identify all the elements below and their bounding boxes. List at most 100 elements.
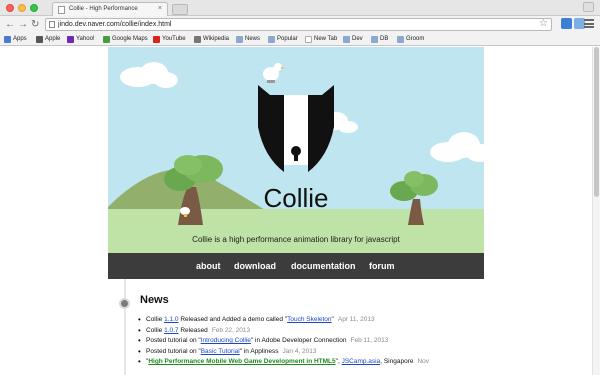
bookmark-apple[interactable]: Apple	[36, 35, 60, 45]
news-text: "	[331, 316, 334, 323]
bookmarks-bar: Apps Apple Yahoo! Google Maps YouTube Wi…	[0, 33, 600, 46]
bookmark-db[interactable]: DB	[371, 35, 388, 45]
news-link[interactable]: JSCamp.asia	[342, 358, 381, 365]
folder-icon	[268, 36, 275, 43]
news-link[interactable]: High Performance Mobile Web Game Develop…	[148, 358, 335, 365]
bookmark-label: Apps	[13, 36, 27, 42]
news-text: Released	[178, 326, 208, 334]
wikipedia-icon	[194, 36, 201, 43]
news-text: " in Adobe Developer Connection	[250, 337, 347, 344]
bookmark-news[interactable]: News	[236, 35, 260, 45]
menu-icon[interactable]	[584, 19, 594, 28]
collie-logo-icon	[258, 85, 334, 172]
address-bar[interactable]: jindo.dev.naver.com/collie/index.html ☆	[45, 18, 552, 31]
news-date: Feb 11, 2013	[350, 337, 389, 344]
forward-button[interactable]: →	[18, 19, 28, 30]
bookmark-star-icon[interactable]: ☆	[539, 18, 548, 29]
bookmark-label: Yahoo!	[76, 36, 95, 42]
minimize-window-button[interactable]	[18, 4, 26, 12]
back-button[interactable]: ←	[5, 19, 15, 30]
bookmark-yahoo[interactable]: Yahoo!	[67, 35, 95, 45]
news-text: Posted tutorial on "	[146, 347, 201, 355]
news-title: News	[140, 294, 169, 306]
bookmark-groom[interactable]: Groom	[397, 35, 424, 45]
bookmark-label: DB	[380, 36, 389, 42]
folder-icon	[371, 36, 378, 43]
hero-banner: Collie Collie is a high performance anim…	[108, 47, 484, 253]
bookmark-label: Groom	[406, 36, 425, 42]
news-text: Released and Added a demo called "	[178, 316, 288, 323]
page-scrollbar[interactable]	[592, 47, 600, 375]
tagline: Collie is a high performance animation l…	[192, 235, 400, 244]
bookmark-popular[interactable]: Popular	[268, 35, 298, 45]
bookmark-google-maps[interactable]: Google Maps	[103, 35, 148, 45]
timeline-dot-icon	[119, 298, 130, 309]
bookmark-label: Apple	[45, 36, 61, 42]
bookmark-label: Popular	[277, 36, 298, 42]
page-icon	[49, 21, 55, 28]
page-icon	[305, 36, 312, 43]
folder-icon	[236, 36, 243, 43]
nav-about[interactable]: about	[196, 261, 221, 271]
new-tab-button[interactable]	[172, 4, 188, 15]
google-maps-icon	[103, 36, 110, 43]
news-item: "High Performance Mobile Web Game Develo…	[138, 357, 429, 369]
main-nav: about download documentation forum	[108, 253, 484, 279]
news-text: , Singapore	[380, 358, 414, 365]
browser-titlebar: Collie - High Performance ×	[0, 0, 600, 16]
bookmark-label: Dev	[352, 36, 363, 42]
bookmark-wikipedia[interactable]: Wikipedia	[194, 35, 229, 45]
youtube-icon	[153, 36, 160, 43]
folder-icon	[343, 36, 350, 43]
news-link[interactable]: 1.1.0	[164, 316, 178, 323]
bookmark-apps[interactable]: Apps	[4, 35, 27, 45]
tab-close-icon[interactable]: ×	[158, 5, 162, 12]
tab-title: Collie - High Performance	[69, 6, 138, 12]
news-text: " in Appliness	[239, 347, 279, 355]
extension-icon[interactable]	[561, 18, 572, 29]
nav-forum[interactable]: forum	[369, 261, 395, 271]
bookmark-new-tab[interactable]: New Tab	[305, 35, 337, 45]
reload-button[interactable]: ↻	[31, 19, 39, 30]
news-item: Posted tutorial on "Basic Tutorial" in A…	[138, 347, 429, 359]
hero-illustration: Collie	[108, 62, 484, 253]
cloud-icon	[120, 62, 178, 88]
news-item: Collie 1.1.0 Released and Added a demo c…	[138, 315, 429, 327]
grass-shape	[108, 209, 484, 253]
zoom-window-button[interactable]	[30, 4, 38, 12]
browser-tab[interactable]: Collie - High Performance ×	[52, 2, 168, 16]
bookmark-label: News	[245, 36, 261, 42]
news-item: Posted tutorial on "Introducing Collie" …	[138, 336, 429, 348]
bookmark-dev[interactable]: Dev	[343, 35, 363, 45]
page-favicon-icon	[58, 6, 65, 14]
apple-icon	[36, 36, 43, 43]
news-link[interactable]: Basic Tutorial	[201, 348, 240, 355]
bookmark-label: YouTube	[162, 36, 186, 42]
nav-download[interactable]: download	[234, 261, 276, 271]
profile-icon[interactable]	[583, 2, 594, 12]
news-text: Collie	[146, 326, 165, 334]
bird-on-logo-icon	[263, 63, 286, 83]
news-link[interactable]: Introducing Collie	[201, 337, 251, 344]
news-link[interactable]: 1.0.7	[164, 327, 178, 334]
news-date: Apr 11, 2013	[337, 316, 375, 323]
bookmark-label: New Tab	[314, 36, 338, 42]
bookmark-label: Google Maps	[112, 36, 148, 42]
news-text: Collie	[146, 316, 165, 323]
yahoo-icon	[67, 36, 74, 43]
news-link[interactable]: Touch Skeleton	[287, 316, 331, 323]
nav-documentation[interactable]: documentation	[291, 261, 356, 271]
news-text: Posted tutorial on "	[146, 337, 201, 344]
scrollbar-thumb[interactable]	[594, 47, 599, 197]
apps-icon	[4, 36, 11, 43]
bookmark-label: Wikipedia	[203, 36, 230, 42]
page-viewport: Collie Collie is a high performance anim…	[0, 47, 600, 375]
news-item: Collie 1.0.7 ReleasedFeb 22, 2013	[138, 326, 429, 338]
folder-icon	[397, 36, 404, 43]
close-window-button[interactable]	[6, 4, 14, 12]
news-date: Jan 4, 2013	[282, 347, 317, 355]
address-url: jindo.dev.naver.com/collie/index.html	[58, 21, 172, 28]
news-section: News Collie 1.1.0 Released and Added a d…	[108, 279, 484, 375]
bookmark-youtube[interactable]: YouTube	[153, 35, 186, 45]
timeline-line	[124, 279, 126, 375]
